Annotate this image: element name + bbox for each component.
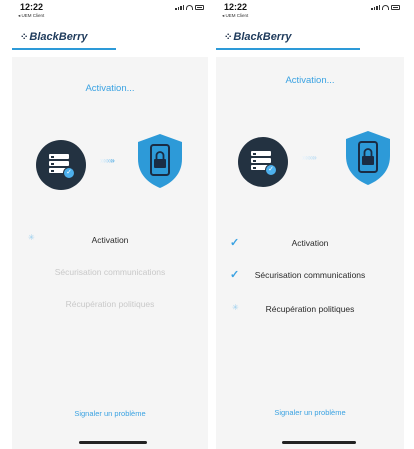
- shield-phone-lock-icon: [346, 131, 390, 185]
- battery-icon: [195, 5, 204, 10]
- page-title: Activation...: [285, 75, 335, 86]
- brand-header: ⁘ BlackBerry: [20, 31, 87, 43]
- report-problem-link[interactable]: Signaler un problème: [12, 409, 208, 418]
- status-icons: [175, 5, 204, 10]
- back-to-app-link[interactable]: ◂ UEM Client: [222, 13, 248, 19]
- phone-screen-left: 12:22 ◂ UEM Client ⁘ BlackBerry Activati…: [12, 0, 208, 449]
- verified-badge-icon: ✓: [63, 167, 75, 179]
- status-bar: 12:22 ◂ UEM Client: [12, 0, 208, 26]
- home-indicator[interactable]: [79, 441, 147, 444]
- step-retrieving-policies: Récupération politiques: [265, 304, 355, 314]
- page-title: Activation...: [85, 83, 135, 94]
- step-activation: Activation: [91, 235, 129, 245]
- blackberry-logo-icon: ⁘: [20, 31, 28, 43]
- phone-screen-right: 12:22 ◂ UEM Client ⁘ BlackBerry Activati…: [216, 0, 404, 449]
- home-indicator[interactable]: [282, 441, 356, 444]
- server-icon: ✓: [36, 140, 86, 190]
- status-time: 12:22: [224, 2, 248, 12]
- signal-icon: [371, 5, 380, 10]
- report-problem-link[interactable]: Signaler un problème: [216, 408, 404, 417]
- brand-name: BlackBerry: [233, 31, 292, 43]
- activation-screen: Activation... ✓ »»»» ✳ Activation Sécuri…: [12, 57, 208, 449]
- header-underline: [216, 48, 360, 50]
- transfer-chevrons-icon: »»»»: [302, 153, 317, 162]
- battery-icon: [391, 5, 400, 10]
- verified-badge-icon: ✓: [265, 164, 277, 176]
- status-icons: [371, 5, 400, 10]
- transfer-chevrons-icon: »»»»: [100, 156, 115, 165]
- brand-header: ⁘ BlackBerry: [224, 31, 291, 43]
- wifi-icon: [382, 5, 389, 10]
- header-underline: [12, 48, 116, 50]
- activation-screen: Activation... ✓ »»»» ✓ Activation ✓ Sécu…: [216, 57, 404, 449]
- brand-name: BlackBerry: [29, 31, 88, 43]
- blackberry-logo-icon: ⁘: [224, 31, 232, 43]
- back-to-app-link[interactable]: ◂ UEM Client: [18, 13, 44, 19]
- server-icon: ✓: [238, 137, 288, 187]
- step-retrieving-policies: Récupération politiques: [65, 299, 155, 309]
- status-bar: 12:22 ◂ UEM Client: [216, 0, 404, 26]
- step-securing-communications: Sécurisation communications: [54, 267, 166, 277]
- shield-phone-lock-icon: [138, 134, 182, 188]
- status-time: 12:22: [20, 2, 44, 12]
- step-securing-communications: Sécurisation communications: [254, 270, 366, 280]
- step-activation: Activation: [291, 238, 329, 248]
- signal-icon: [175, 5, 184, 10]
- wifi-icon: [186, 5, 193, 10]
